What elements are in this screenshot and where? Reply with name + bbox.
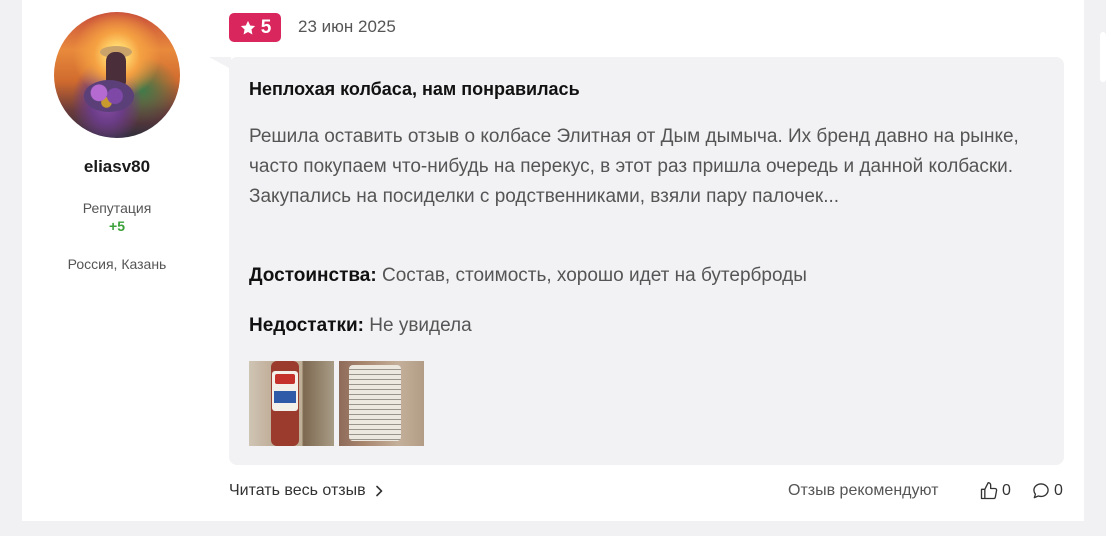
username-link[interactable]: eliasv80 [54, 157, 180, 177]
review-pros: Достоинства: Состав, стоимость, хорошо и… [249, 265, 807, 287]
reputation-label: Репутация [82, 200, 152, 216]
user-location: Россия, Казань [67, 256, 167, 272]
pros-label: Достоинства: [249, 265, 377, 286]
cons-value: Не увидела [369, 315, 472, 336]
like-button[interactable]: 0 [979, 481, 1011, 501]
bubble-tail [209, 57, 231, 69]
rating-value: 5 [260, 16, 272, 38]
read-full-review-link[interactable]: Читать весь отзыв [229, 482, 384, 500]
comments-button[interactable]: 0 [1031, 481, 1063, 501]
chevron-right-icon [375, 485, 382, 497]
rating-badge: 5 [229, 13, 281, 42]
avatar[interactable] [54, 12, 180, 138]
read-more-label: Читать весь отзыв [229, 482, 366, 499]
recommend-label: Отзыв рекомендуют [788, 482, 939, 499]
scrollbar-thumb[interactable] [1100, 32, 1106, 82]
review-date: 23 июн 2025 [298, 17, 396, 36]
reputation-value: +5 [109, 218, 125, 234]
review-cons: Недостатки: Не увидела [249, 315, 472, 337]
pros-value: Состав, стоимость, хорошо идет на бутерб… [381, 265, 807, 286]
review-photo[interactable] [339, 361, 424, 446]
review-text: Решила оставить отзыв о колбасе Элитная … [249, 126, 1019, 207]
star-icon [240, 20, 255, 34]
cons-label: Недостатки: [249, 315, 364, 336]
thumbs-up-icon [980, 482, 998, 500]
review-title[interactable]: Неплохая колбаса, нам понравилась [249, 79, 580, 100]
review-photo[interactable] [249, 361, 334, 446]
comments-count: 0 [1054, 482, 1063, 499]
likes-count: 0 [1002, 482, 1011, 499]
comment-icon [1033, 483, 1049, 499]
